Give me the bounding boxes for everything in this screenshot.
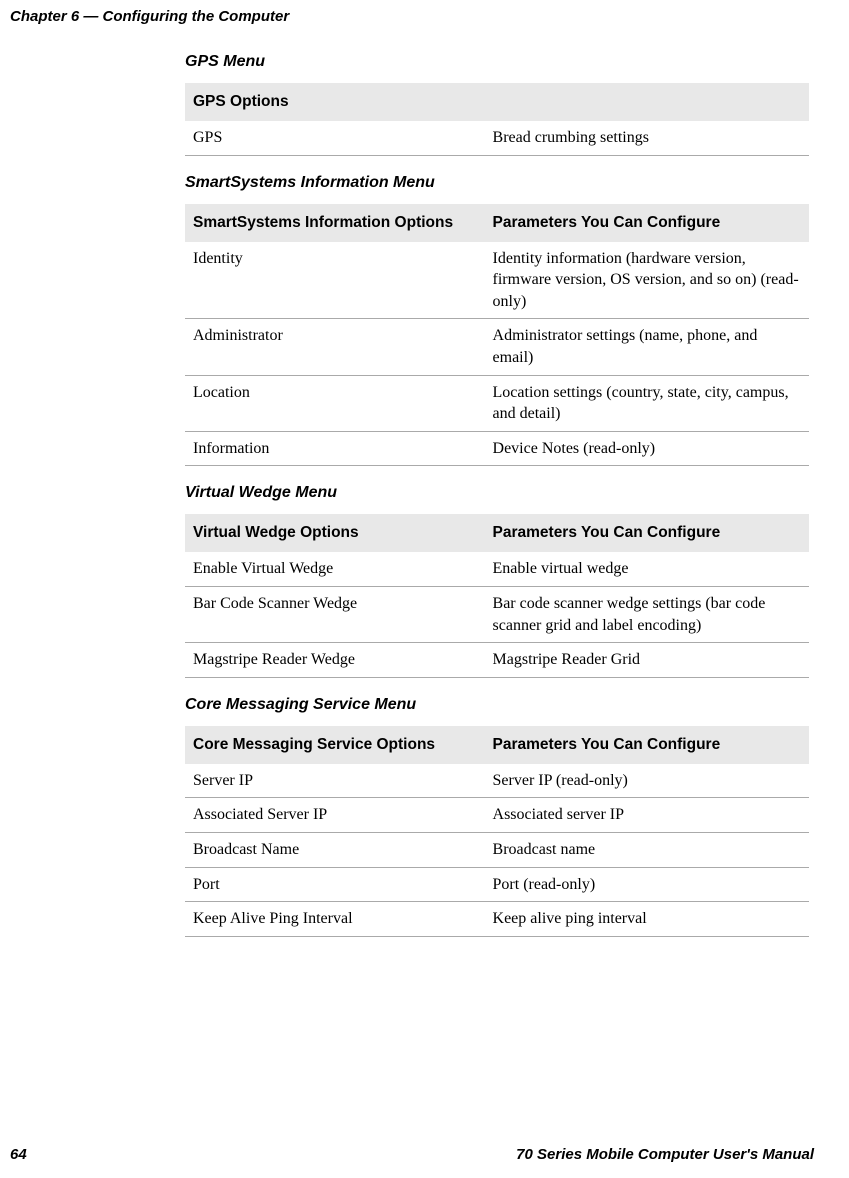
cell-option: Bar Code Scanner Wedge — [185, 586, 485, 642]
gps-table: GPS Options GPS Bread crumbing settings — [185, 83, 809, 156]
cell-option: Keep Alive Ping Interval — [185, 902, 485, 937]
table-row: Port Port (read-only) — [185, 867, 809, 902]
table-header-option: SmartSystems Information Options — [185, 204, 485, 242]
cell-option: Associated Server IP — [185, 798, 485, 833]
table-row: Enable Virtual Wedge Enable virtual wedg… — [185, 552, 809, 586]
cell-option: Enable Virtual Wedge — [185, 552, 485, 586]
cell-param: Identity information (hardware version, … — [485, 242, 809, 319]
cell-option: Identity — [185, 242, 485, 319]
cell-param: Device Notes (read-only) — [485, 431, 809, 466]
table-row: Server IP Server IP (read-only) — [185, 764, 809, 798]
smartsystems-table: SmartSystems Information Options Paramet… — [185, 204, 809, 467]
cell-option: Administrator — [185, 319, 485, 375]
table-row: Keep Alive Ping Interval Keep alive ping… — [185, 902, 809, 937]
page-footer: 64 70 Series Mobile Computer User's Manu… — [10, 1146, 814, 1163]
table-row: Broadcast Name Broadcast name — [185, 832, 809, 867]
table-header-param — [485, 83, 809, 121]
cell-option: Information — [185, 431, 485, 466]
coremessaging-table: Core Messaging Service Options Parameter… — [185, 726, 809, 937]
cell-option: GPS — [185, 121, 485, 155]
cell-param: Keep alive ping interval — [485, 902, 809, 937]
table-header-option: Core Messaging Service Options — [185, 726, 485, 764]
chapter-header: Chapter 6 — Configuring the Computer — [10, 8, 814, 25]
cell-option: Broadcast Name — [185, 832, 485, 867]
table-header-param: Parameters You Can Configure — [485, 514, 809, 552]
manual-title: 70 Series Mobile Computer User's Manual — [516, 1146, 814, 1163]
table-header-option: GPS Options — [185, 83, 485, 121]
cell-param: Administrator settings (name, phone, and… — [485, 319, 809, 375]
cell-option: Server IP — [185, 764, 485, 798]
page-number: 64 — [10, 1146, 27, 1163]
section-title-virtualwedge: Virtual Wedge Menu — [185, 484, 809, 502]
cell-param: Enable virtual wedge — [485, 552, 809, 586]
cell-option: Location — [185, 375, 485, 431]
table-header-option: Virtual Wedge Options — [185, 514, 485, 552]
cell-param: Associated server IP — [485, 798, 809, 833]
cell-param: Bread crumbing settings — [485, 121, 809, 155]
table-row: Magstripe Reader Wedge Magstripe Reader … — [185, 643, 809, 678]
table-row: Bar Code Scanner Wedge Bar code scanner … — [185, 586, 809, 642]
cell-option: Magstripe Reader Wedge — [185, 643, 485, 678]
cell-param: Port (read-only) — [485, 867, 809, 902]
page-content: GPS Menu GPS Options GPS Bread crumbing … — [185, 53, 809, 937]
section-title-smartsystems: SmartSystems Information Menu — [185, 174, 809, 192]
table-header-param: Parameters You Can Configure — [485, 726, 809, 764]
cell-param: Location settings (country, state, city,… — [485, 375, 809, 431]
cell-param: Bar code scanner wedge settings (bar cod… — [485, 586, 809, 642]
section-title-coremessaging: Core Messaging Service Menu — [185, 696, 809, 714]
table-row: Location Location settings (country, sta… — [185, 375, 809, 431]
cell-param: Magstripe Reader Grid — [485, 643, 809, 678]
table-row: Associated Server IP Associated server I… — [185, 798, 809, 833]
virtualwedge-table: Virtual Wedge Options Parameters You Can… — [185, 514, 809, 677]
table-row: Identity Identity information (hardware … — [185, 242, 809, 319]
table-row: Information Device Notes (read-only) — [185, 431, 809, 466]
cell-option: Port — [185, 867, 485, 902]
table-header-param: Parameters You Can Configure — [485, 204, 809, 242]
cell-param: Server IP (read-only) — [485, 764, 809, 798]
section-title-gps: GPS Menu — [185, 53, 809, 71]
table-row: Administrator Administrator settings (na… — [185, 319, 809, 375]
table-row: GPS Bread crumbing settings — [185, 121, 809, 155]
cell-param: Broadcast name — [485, 832, 809, 867]
